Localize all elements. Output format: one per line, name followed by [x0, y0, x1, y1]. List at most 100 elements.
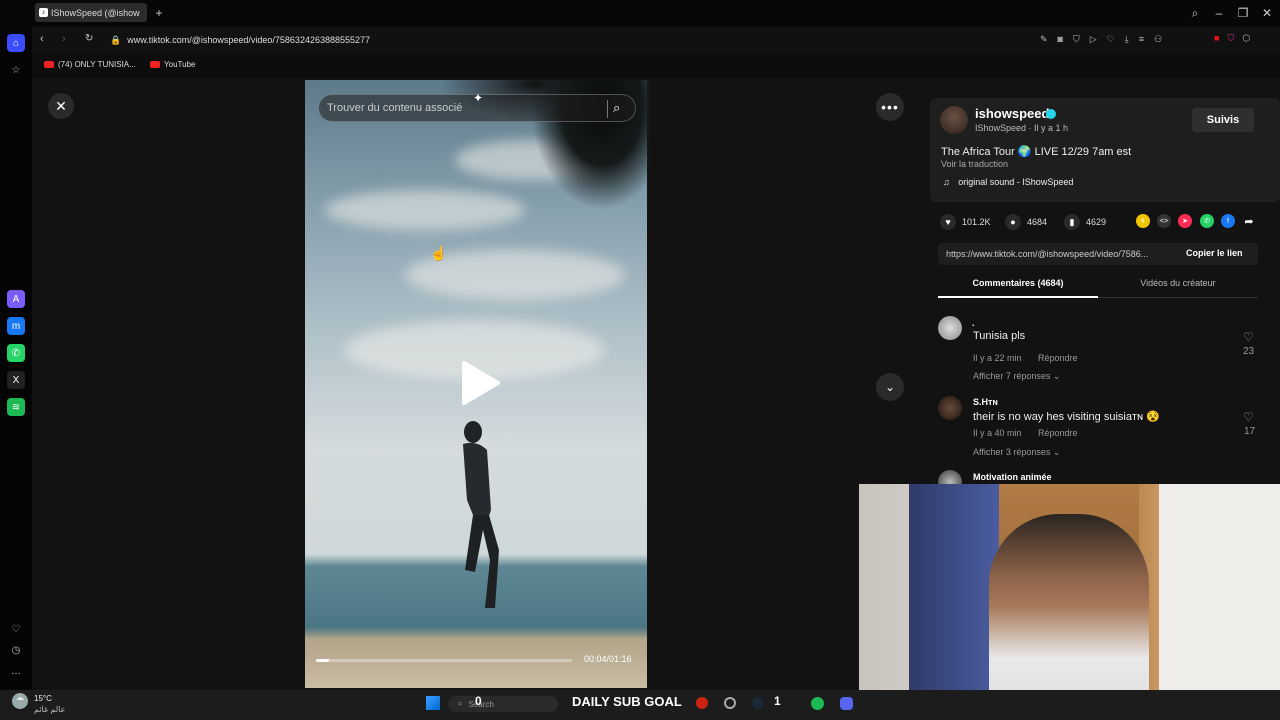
- more-icon[interactable]: …: [7, 662, 25, 680]
- x-icon[interactable]: X: [7, 371, 25, 389]
- whatsapp-icon[interactable]: ✆: [7, 344, 25, 362]
- reload-icon[interactable]: ↻: [85, 33, 93, 44]
- comment-like-icon[interactable]: ♡: [1243, 330, 1254, 344]
- bookmark-youtube[interactable]: YouTube: [150, 60, 195, 69]
- play-icon[interactable]: [460, 360, 500, 406]
- download-icon[interactable]: ⤓: [1125, 34, 1129, 45]
- youtube-icon: [44, 61, 54, 68]
- comment-icon: ●: [1005, 214, 1021, 230]
- tab-title: IShowSpeed (@ishow: [51, 7, 140, 18]
- follow-button[interactable]: Suivis: [1192, 108, 1254, 132]
- save-stat[interactable]: ▮ 4629: [1064, 214, 1106, 230]
- url-field[interactable]: 🔒 www.tiktok.com/@ishowspeed/video/75863…: [110, 31, 1110, 49]
- extensions-icon[interactable]: ⬡: [1242, 33, 1250, 44]
- history-icon[interactable]: ◷: [7, 641, 25, 659]
- camera-icon[interactable]: ◙: [1058, 34, 1063, 45]
- browser-tab[interactable]: ♪ IShowSpeed (@ishow: [35, 3, 147, 22]
- weather-temp[interactable]: 15°C: [34, 694, 52, 703]
- opera-taskbar-icon[interactable]: [696, 697, 708, 709]
- next-video-button[interactable]: ⌄: [876, 373, 904, 401]
- embed-icon[interactable]: <>: [1157, 214, 1171, 228]
- bookmark-only-tunisia[interactable]: (74) ONLY TUNISIA...: [44, 60, 136, 69]
- video-progress-fill: [316, 659, 329, 662]
- facebook-share-icon[interactable]: f: [1221, 214, 1235, 228]
- weather-desc: عالم غائم: [34, 705, 66, 714]
- video-search-input[interactable]: Trouver du contenu associé ✦ ⌕: [318, 91, 636, 122]
- edit-icon[interactable]: ✎: [1040, 34, 1048, 45]
- comment-avatar[interactable]: [938, 396, 962, 420]
- taskbar-search[interactable]: ⌕ Search: [448, 696, 558, 712]
- messenger-icon[interactable]: m: [7, 317, 25, 335]
- spotify-taskbar-icon[interactable]: [811, 697, 824, 710]
- search-tabs-icon[interactable]: ⌕: [1186, 4, 1204, 22]
- send-icon[interactable]: ➤: [1178, 214, 1192, 228]
- new-tab-icon[interactable]: +: [150, 4, 168, 22]
- search-icon[interactable]: ⌕: [613, 100, 620, 116]
- translate-link[interactable]: Voir la traduction: [941, 159, 1008, 169]
- copy-link-button[interactable]: Copier le lien: [1186, 248, 1243, 258]
- comment-author[interactable]: Motivation animée: [973, 472, 1052, 482]
- show-replies-button[interactable]: Afficher 3 réponses ⌄: [973, 447, 1060, 458]
- windows-start-icon[interactable]: [426, 696, 440, 710]
- comment-author[interactable]: S.Hᴛɴ: [973, 397, 998, 407]
- url-text: www.tiktok.com/@ishowspeed/video/7586324…: [127, 35, 371, 45]
- share-arrow-icon[interactable]: ➦: [1242, 214, 1256, 228]
- tab-comments[interactable]: Commentaires (4684): [938, 278, 1098, 298]
- home-icon[interactable]: ⌂: [7, 34, 25, 52]
- chevron-down-icon: ⌄: [1052, 447, 1061, 457]
- bookmarks-bar: (74) ONLY TUNISIA... YouTube: [32, 56, 1280, 74]
- creator-subline: IShowSpeed · Il y a 1 h: [975, 123, 1069, 133]
- back-icon[interactable]: ‹: [40, 33, 44, 45]
- video-progress-bar[interactable]: [316, 659, 572, 662]
- comment-text: their is no way hes visiting suisiaᴛɴ 😵: [973, 411, 1160, 423]
- comment-like-count: 17: [1244, 426, 1256, 437]
- subgoal-left-count: 0: [475, 694, 482, 708]
- tab-strip: [0, 0, 1280, 26]
- creator-avatar[interactable]: [940, 106, 968, 134]
- comment-like-count: 23: [1243, 346, 1255, 357]
- minimize-icon[interactable]: –: [1210, 4, 1228, 22]
- extension-vpn-icon[interactable]: ⛉: [1227, 33, 1234, 44]
- play-icon[interactable]: ▷: [1090, 34, 1097, 45]
- video-timecode: 00:04/01:16: [584, 654, 632, 664]
- show-replies-button[interactable]: Afficher 7 réponses ⌄: [973, 371, 1060, 382]
- close-window-icon[interactable]: ✕: [1258, 4, 1276, 22]
- shield-icon[interactable]: ⛉: [1073, 34, 1080, 45]
- forward-icon[interactable]: ›: [62, 33, 66, 45]
- star-icon[interactable]: ☆: [7, 61, 25, 79]
- reply-button[interactable]: Répondre: [1038, 353, 1078, 363]
- comment-text: Tunisia pls: [973, 330, 1026, 342]
- spotify-icon[interactable]: ≋: [7, 398, 25, 416]
- mouse-cursor-icon: ☝: [430, 245, 448, 261]
- video-runner: [463, 421, 499, 608]
- whatsapp-share-icon[interactable]: ✆: [1200, 214, 1214, 228]
- tab-creator-videos[interactable]: Vidéos du créateur: [1098, 278, 1258, 298]
- comment-author[interactable]: .: [972, 318, 975, 328]
- obs-taskbar-icon[interactable]: [724, 697, 736, 709]
- more-options-button[interactable]: •••: [876, 93, 904, 121]
- heart-outline-icon[interactable]: ♡: [1107, 34, 1115, 45]
- reply-button[interactable]: Répondre: [1038, 428, 1078, 438]
- discord-taskbar-icon[interactable]: [840, 697, 853, 710]
- comment-time: Il y a 22 min: [973, 353, 1022, 363]
- creator-username[interactable]: ishowspeed: [975, 106, 1049, 121]
- sound-link[interactable]: ♫ original sound - IShowSpeed: [943, 177, 1073, 187]
- like-stat[interactable]: ♥ 101.2K: [940, 214, 991, 230]
- comment-like-icon[interactable]: ♡: [1243, 410, 1254, 424]
- comment-stat[interactable]: ● 4684: [1005, 214, 1047, 230]
- comment-avatar[interactable]: [938, 316, 962, 340]
- menu-icon[interactable]: ≡: [1139, 34, 1144, 45]
- comment-time: Il y a 40 min: [973, 428, 1022, 438]
- webcam-overlay: [859, 484, 1280, 720]
- extension-red-icon[interactable]: ■: [1214, 33, 1219, 44]
- aria-icon[interactable]: A: [7, 290, 25, 308]
- steam-taskbar-icon[interactable]: [752, 697, 764, 709]
- maximize-icon[interactable]: ❐: [1234, 4, 1252, 22]
- weather-icon: ☁: [12, 693, 28, 709]
- account-icon[interactable]: ⚇: [1154, 34, 1162, 45]
- close-video-button[interactable]: ✕: [48, 93, 74, 119]
- bookmark-icon: ▮: [1064, 214, 1080, 230]
- music-note-icon: ♫: [943, 177, 950, 187]
- heart-icon[interactable]: ♡: [7, 620, 25, 638]
- coin-share-icon[interactable]: ¢: [1136, 214, 1150, 228]
